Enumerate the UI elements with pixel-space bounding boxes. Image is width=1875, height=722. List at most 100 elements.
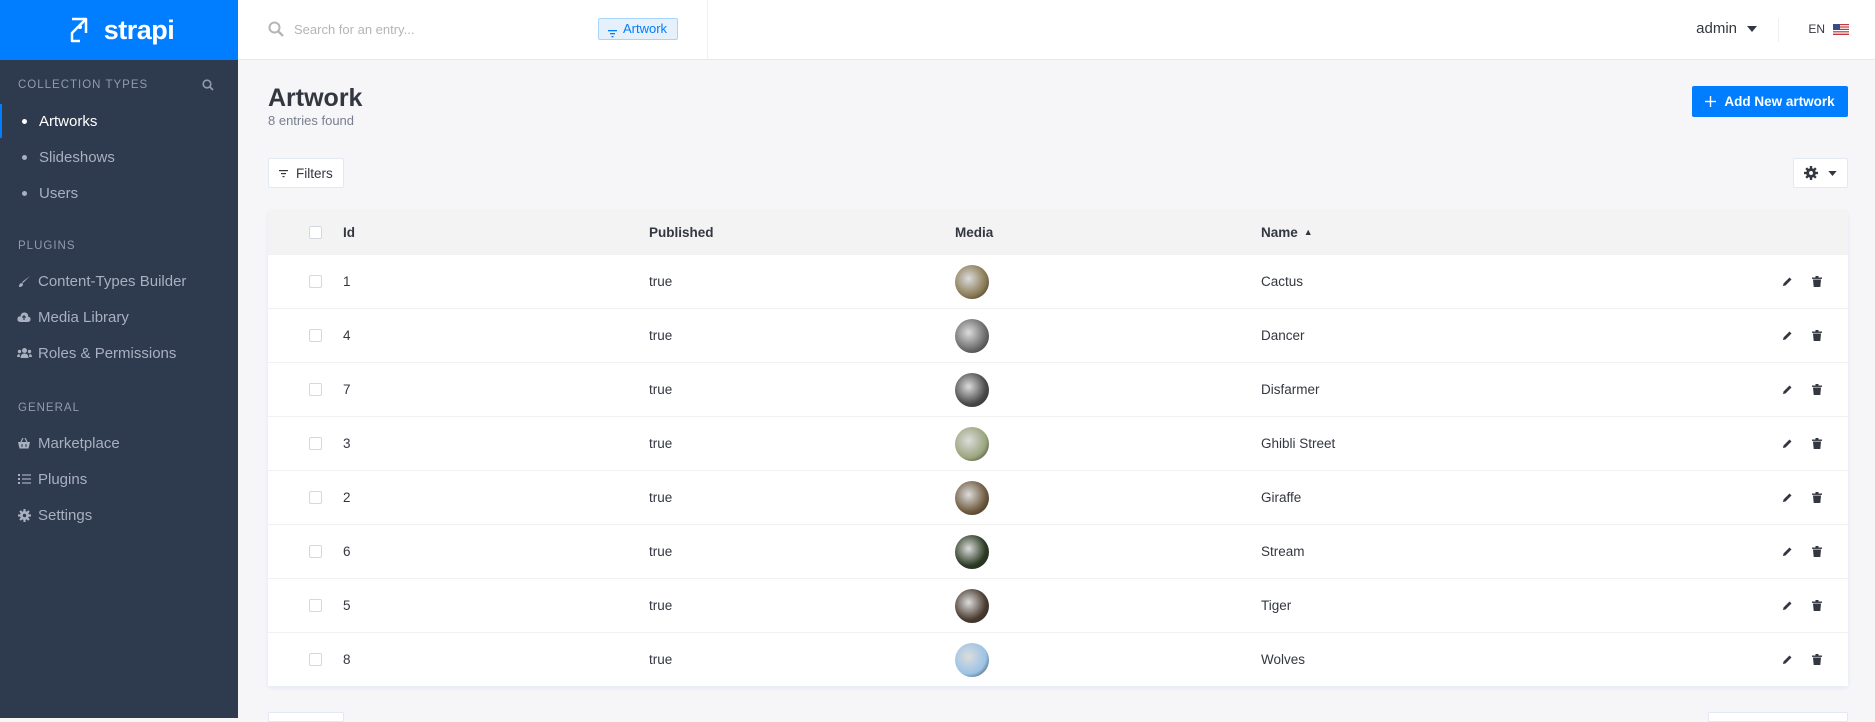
user-menu[interactable]: admin — [1696, 20, 1757, 37]
edit-icon[interactable] — [1782, 309, 1793, 362]
edit-icon[interactable] — [1782, 633, 1793, 686]
trash-icon[interactable] — [1812, 471, 1822, 524]
bullet-icon — [22, 118, 27, 124]
row-check-cell — [309, 579, 322, 632]
sidebar-item-users[interactable]: Users — [0, 176, 238, 210]
trash-icon[interactable] — [1812, 255, 1822, 308]
general-heading: GENERAL — [18, 402, 80, 414]
cell-published: true — [649, 490, 673, 505]
edit-icon[interactable] — [1782, 471, 1793, 524]
caret-down-icon — [1828, 170, 1837, 176]
row-check-cell — [309, 471, 322, 524]
sidebar-item-slideshows[interactable]: Slideshows — [0, 140, 238, 174]
search-input[interactable] — [294, 18, 574, 40]
user-name: admin — [1696, 20, 1737, 37]
cell-published: true — [649, 598, 673, 613]
list-icon — [16, 473, 32, 485]
trash-icon[interactable] — [1812, 633, 1822, 686]
cell-name: Cactus — [1261, 274, 1304, 289]
table-row[interactable]: 5 true Tiger — [268, 578, 1848, 632]
trash-icon[interactable] — [1812, 363, 1822, 416]
cell-id: 2 — [343, 490, 351, 505]
media-thumbnail — [955, 642, 989, 677]
table-row[interactable]: 3 true Ghibli Street — [268, 416, 1848, 470]
top-header: Artwork admin EN — [238, 0, 1875, 60]
plugins-heading: PLUGINS — [18, 240, 76, 252]
column-header-name[interactable]: Name ▲ — [1261, 210, 1313, 254]
column-header-published[interactable]: Published — [649, 210, 714, 254]
cell-published: true — [649, 274, 673, 289]
table-row[interactable]: 6 true Stream — [268, 524, 1848, 578]
row-checkbox[interactable] — [309, 491, 322, 504]
column-header-name-label: Name — [1261, 224, 1298, 240]
row-checkbox[interactable] — [309, 437, 322, 450]
filter-tag[interactable]: Artwork — [598, 18, 679, 40]
trash-icon[interactable] — [1812, 417, 1822, 470]
sidebar-item-settings[interactable]: Settings — [0, 498, 238, 532]
page-title: Artwork — [268, 84, 363, 112]
trash-icon[interactable] — [1812, 309, 1822, 362]
cell-name: Ghibli Street — [1261, 436, 1336, 451]
search-icon[interactable] — [202, 78, 214, 95]
row-checkbox[interactable] — [309, 329, 322, 342]
edit-icon[interactable] — [1782, 417, 1793, 470]
row-checkbox[interactable] — [309, 383, 322, 396]
edit-icon[interactable] — [1782, 363, 1793, 416]
filter-icon — [279, 169, 288, 177]
sidebar-item-artworks[interactable]: Artworks — [0, 104, 238, 138]
sidebar-item-media-library[interactable]: Media Library — [0, 300, 238, 334]
users-icon — [16, 347, 32, 359]
strapi-logo-icon — [70, 17, 87, 43]
media-thumbnail — [955, 372, 989, 407]
table-row[interactable]: 1 true Cactus — [268, 254, 1848, 308]
add-button-label: Add New artwork — [1724, 94, 1835, 109]
trash-icon[interactable] — [1812, 579, 1822, 632]
cell-id: 8 — [343, 652, 351, 667]
add-new-artwork-button[interactable]: Add New artwork — [1692, 86, 1848, 117]
cell-id: 5 — [343, 598, 351, 613]
sidebar-item-plugins[interactable]: Plugins — [0, 462, 238, 496]
table-row[interactable]: 7 true Disfarmer — [268, 362, 1848, 416]
cell-id: 6 — [343, 544, 351, 559]
list-settings-button[interactable] — [1793, 158, 1848, 188]
strapi-logo[interactable]: strapi — [0, 0, 238, 60]
table-body: 1 true Cactus 4 true Dancer 7 true Disfa… — [268, 254, 1848, 686]
cloud-upload-icon — [16, 311, 32, 323]
media-thumbnail — [955, 534, 989, 569]
row-checkbox[interactable] — [309, 653, 322, 666]
table-row[interactable]: 2 true Giraffe — [268, 470, 1848, 524]
divider — [707, 0, 708, 59]
filters-button[interactable]: Filters — [268, 158, 344, 188]
filter-tag-label: Artwork — [623, 21, 668, 36]
sidebar-item-marketplace[interactable]: Marketplace — [0, 426, 238, 460]
sidebar-item-label: Content-Types Builder — [38, 272, 187, 290]
language-switcher[interactable]: EN — [1808, 22, 1849, 36]
caret-down-icon — [1747, 25, 1757, 32]
cell-media — [955, 363, 989, 416]
sidebar-item-content-types-builder[interactable]: Content-Types Builder — [0, 264, 238, 298]
divider — [1778, 18, 1779, 42]
sidebar-item-label: Marketplace — [38, 434, 120, 452]
row-checkbox[interactable] — [309, 275, 322, 288]
table-row[interactable]: 8 true Wolves — [268, 632, 1848, 686]
cell-media — [955, 633, 989, 686]
row-checkbox[interactable] — [309, 545, 322, 558]
cell-id: 7 — [343, 382, 351, 397]
row-check-cell — [309, 417, 322, 470]
trash-icon[interactable] — [1812, 525, 1822, 578]
edit-icon[interactable] — [1782, 255, 1793, 308]
edit-icon[interactable] — [1782, 579, 1793, 632]
row-checkbox[interactable] — [309, 599, 322, 612]
column-header-id[interactable]: Id — [343, 210, 355, 254]
page-size-select[interactable] — [268, 712, 344, 722]
filters-label: Filters — [296, 165, 333, 181]
select-all-checkbox[interactable] — [309, 225, 322, 239]
cell-name: Disfarmer — [1261, 382, 1320, 397]
cell-published: true — [649, 652, 673, 667]
sidebar-item-roles-permissions[interactable]: Roles & Permissions — [0, 336, 238, 370]
column-header-media[interactable]: Media — [955, 210, 993, 254]
edit-icon[interactable] — [1782, 525, 1793, 578]
pagination[interactable] — [1708, 712, 1848, 722]
row-check-cell — [309, 525, 322, 578]
table-row[interactable]: 4 true Dancer — [268, 308, 1848, 362]
